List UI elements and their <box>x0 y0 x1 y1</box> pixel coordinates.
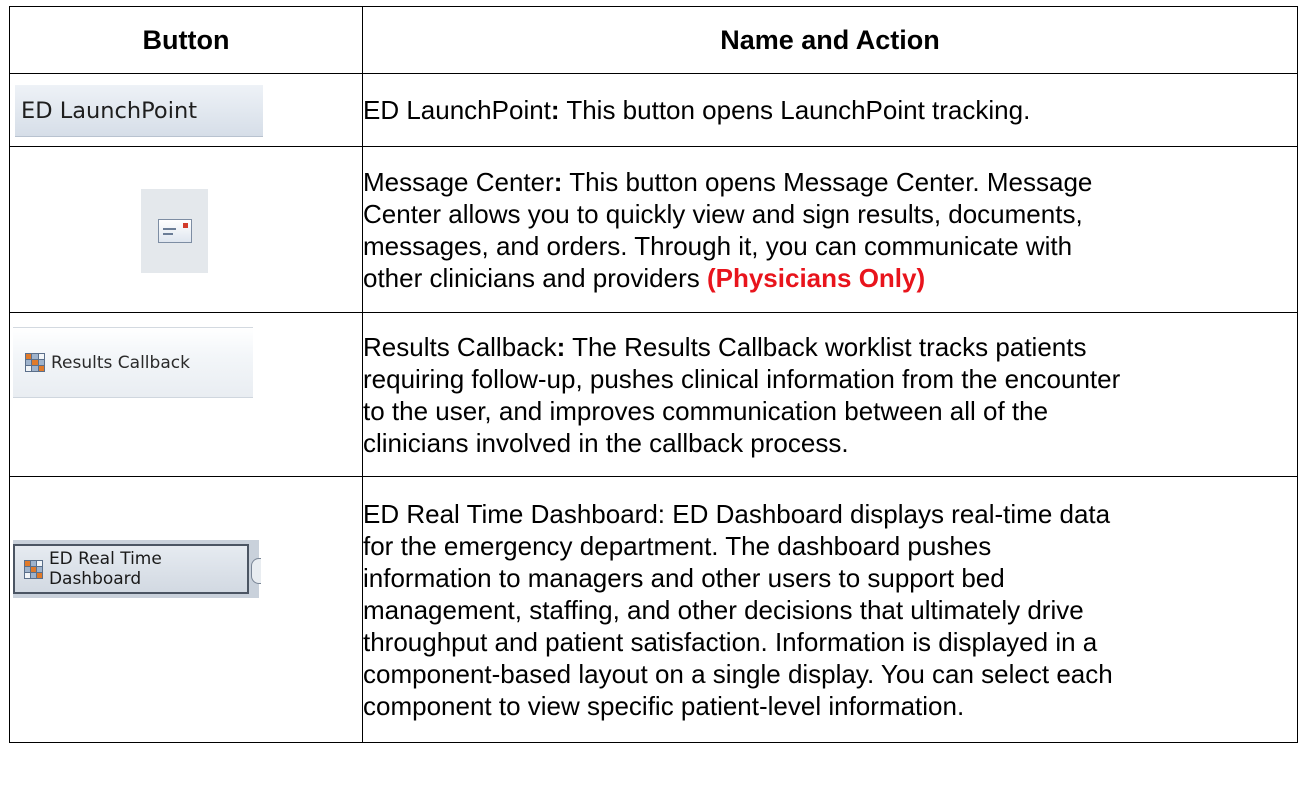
dashboard-label: ED Real Time Dashboard <box>48 549 162 589</box>
grid-icon <box>24 559 43 579</box>
table-row: ED Real Time Dashboard ED Real Time Dash… <box>9 476 1298 743</box>
header-row: Button Name and Action <box>9 6 1298 74</box>
table-row: Results Callback Results Callback: The R… <box>9 312 1298 477</box>
ed-dashboard-toolbar: ED Real Time Dashboard <box>13 540 261 598</box>
name-action-column-header: Name and Action <box>362 6 1298 74</box>
next-button-edge <box>251 558 261 584</box>
description-line: information to managers and other users … <box>363 562 1005 593</box>
row-name: Results Callback <box>363 331 557 362</box>
description-line: management, staffing, and other decision… <box>363 594 1084 625</box>
description-cell: Results Callback: The Results Callback w… <box>362 312 1298 477</box>
description-line: Center allows you to quickly view and si… <box>363 198 1083 229</box>
row-name: Message Center <box>363 166 554 197</box>
description-line: messages, and orders. Through it, you ca… <box>363 230 1073 261</box>
ed-launchpoint-button[interactable]: ED LaunchPoint <box>15 85 263 137</box>
buttons-table: Button Name and Action ED LaunchPoint ED… <box>9 6 1298 743</box>
description-line: Results Callback: The Results Callback w… <box>363 331 1087 362</box>
results-callback-label: Results Callback <box>51 352 190 373</box>
envelope-icon <box>157 219 192 243</box>
ed-real-time-dashboard-button[interactable]: ED Real Time Dashboard <box>13 544 249 594</box>
results-callback-button[interactable]: Results Callback <box>13 327 253 398</box>
grid-icon <box>25 353 45 372</box>
description-line: requiring follow-up, pushes clinical inf… <box>363 363 1121 394</box>
description-line: other clinicians and providers (Physicia… <box>363 262 926 293</box>
button-image-cell: Results Callback <box>9 312 363 477</box>
description-line: Message Center: This button opens Messag… <box>363 166 1093 197</box>
button-column-header: Button <box>9 6 363 74</box>
description-line: throughput and patient satisfaction. Inf… <box>363 626 1098 657</box>
button-image-cell <box>9 146 363 313</box>
description-line: to the user, and improves communication … <box>363 395 1049 426</box>
table-row: ED LaunchPoint ED LaunchPoint: This butt… <box>9 73 1298 147</box>
description-line: component-based layout on a single displ… <box>363 658 1113 689</box>
description-line: for the emergency department. The dashbo… <box>363 530 992 561</box>
description-line: component to view specific patient-level… <box>363 690 965 721</box>
button-image-cell: ED LaunchPoint <box>9 73 363 147</box>
button-image-cell: ED Real Time Dashboard <box>9 476 363 743</box>
description-cell: ED LaunchPoint: This button opens Launch… <box>362 73 1298 147</box>
description-line: clinicians involved in the callback proc… <box>363 427 849 458</box>
table-row: Message Center: This button opens Messag… <box>9 146 1298 313</box>
description-cell: Message Center: This button opens Messag… <box>362 146 1298 313</box>
description-line: ED Real Time Dashboard: ED Dashboard dis… <box>363 498 1111 529</box>
description-cell: ED Real Time Dashboard: ED Dashboard dis… <box>362 476 1298 743</box>
message-center-button[interactable] <box>141 189 208 273</box>
description-line: ED LaunchPoint: This button opens Launch… <box>363 95 1031 125</box>
row-name: ED LaunchPoint <box>363 95 551 125</box>
physicians-only-note: (Physicians Only) <box>706 262 926 293</box>
